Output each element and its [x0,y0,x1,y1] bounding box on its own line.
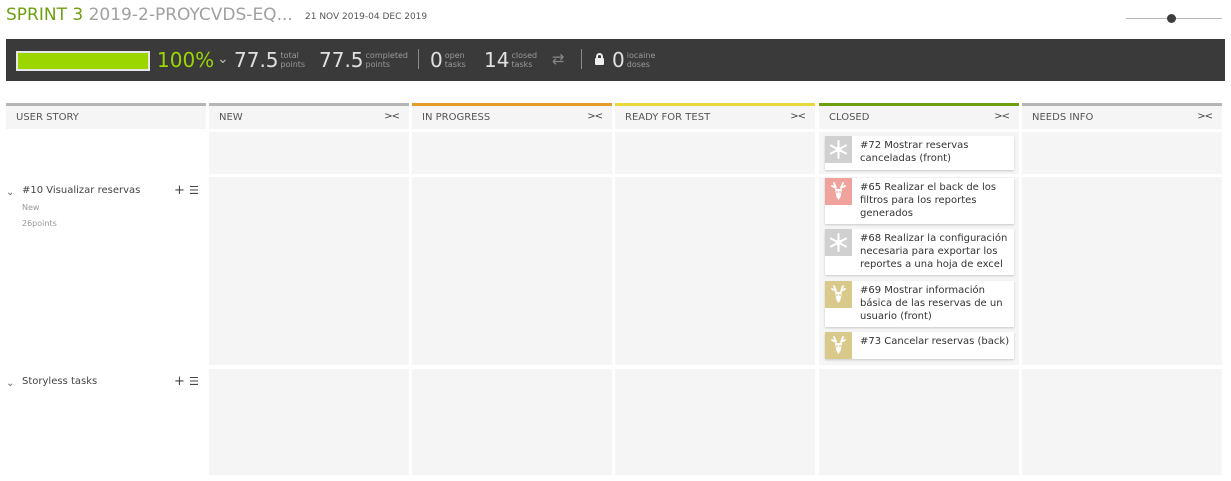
column-title: CLOSED [829,112,870,123]
fold-column-icon[interactable]: >< [994,111,1010,122]
stats-divider [418,49,419,69]
zoom-slider[interactable] [1126,13,1222,25]
fold-column-icon[interactable]: >< [790,111,806,122]
board-cell [615,177,815,365]
stats-divider [581,49,582,69]
column-header-ready-for-test: READY FOR TEST >< [615,103,815,129]
open-tasks-stat: 0 open tasks [430,48,466,72]
task-card[interactable]: #65 Realizar el back de los filtros para… [825,178,1014,224]
open-tasks-label: open tasks [445,51,466,69]
deer-icon [825,332,852,359]
task-card-title: #68 Realizar la configuración necesaria … [860,233,1008,270]
collapse-story-icon[interactable]: ⌄ [6,187,14,198]
completed-points-label: completed points [366,51,408,69]
task-card[interactable]: #69 Mostrar información básica de las re… [825,281,1014,327]
zoom-knob[interactable] [1166,14,1176,23]
board-cell [412,369,612,475]
column-header-closed: CLOSED >< [819,103,1019,129]
board-cell [1022,132,1222,174]
user-story-status: New [22,203,40,212]
board-cell [412,132,612,174]
board-cell [1022,177,1222,365]
iocaine-label-2: doses [626,60,650,69]
lock-icon [595,53,604,65]
task-card-title: #65 Realizar el back de los filtros para… [860,182,997,219]
open-tasks-label-2: tasks [444,60,466,69]
iocaine-label-1: iocaine [626,51,656,60]
task-card[interactable]: #72 Mostrar reservas canceladas (front) [825,136,1014,170]
task-card-title: #72 Mostrar reservas canceladas (front) [860,140,969,164]
total-points-label-2: points [280,60,306,69]
sprint-header: SPRINT 3 2019-2-PROYCVDS-EQ... 21 NOV 20… [0,0,1231,38]
bulk-add-icon[interactable]: ☰ [189,184,199,197]
board-cell [1022,369,1222,475]
column-title: IN PROGRESS [422,112,491,123]
task-card-title: #69 Mostrar información básica de las re… [860,285,1003,322]
user-story-title[interactable]: #10 Visualizar reservas [22,185,140,196]
closed-tasks-stat: 14 closed tasks [484,48,537,72]
chevron-down-icon[interactable]: ⌄ [217,51,229,67]
add-task-icon[interactable]: + [174,183,185,198]
add-task-icon[interactable]: + [174,374,185,389]
column-header-new: NEW >< [209,103,409,129]
task-card[interactable]: #73 Cancelar reservas (back) [825,332,1014,359]
deer-icon [825,178,852,205]
board-cell [615,369,815,475]
column-title: NEEDS INFO [1032,112,1094,123]
closed-tasks-value: 14 [484,48,510,72]
iocaine-stat: 0 iocaine doses [612,48,655,72]
total-points-value: 77.5 [234,48,279,72]
sprint-dates: 21 NOV 2019-04 DEC 2019 [305,12,428,22]
total-points-label-1: total [280,51,299,60]
total-points-label: total points [281,51,306,69]
closed-tasks-label-2: tasks [511,60,533,69]
total-points-stat: 77.5 total points [234,48,305,72]
fold-column-icon[interactable]: >< [1197,111,1213,122]
fold-column-icon[interactable]: >< [384,111,400,122]
project-name: 2019-2-PROYCVDS-EQ... [88,5,293,25]
sprint-progress-fill [18,53,148,69]
sprint-label: SPRINT 3 [6,5,84,25]
board-cell [615,132,815,174]
user-story-points: 26points [22,219,57,228]
task-card-title: #73 Cancelar reservas (back) [860,336,1010,347]
iocaine-value: 0 [612,48,625,72]
sprint-title[interactable]: SPRINT 3 2019-2-PROYCVDS-EQ... [6,5,293,25]
board-cell [819,369,1019,475]
column-title: NEW [219,112,243,123]
board-cell [209,369,409,475]
iocaine-label: iocaine doses [627,51,656,69]
column-header-user-story: USER STORY [6,103,206,129]
board-cell [412,177,612,365]
board-cell [209,132,409,174]
closed-tasks-label-1: closed [511,51,538,60]
board-cell [209,177,409,365]
storyless-row: ⌄ Storyless tasks + ☰ [6,374,206,396]
closed-tasks-label: closed tasks [511,51,537,69]
progress-percent: 100% [157,48,215,72]
completed-points-stat: 77.5 completed points [319,48,408,72]
column-title: READY FOR TEST [625,112,711,123]
column-header-needs-info: NEEDS INFO >< [1022,103,1222,129]
user-story-row: ⌄ #10 Visualizar reservas New 26points +… [6,183,206,245]
task-card[interactable]: #68 Realizar la configuración necesaria … [825,229,1014,275]
snowflake-icon [825,229,852,256]
fold-column-icon[interactable]: >< [587,111,603,122]
collapse-story-icon[interactable]: ⌄ [6,378,14,389]
sprint-progress-bar [16,51,150,71]
completed-points-label-2: points [365,60,391,69]
column-title: USER STORY [16,112,79,123]
column-header-in-progress: IN PROGRESS >< [412,103,612,129]
deer-icon [825,281,852,308]
sprint-stats-bar: 100% ⌄ 77.5 total points 77.5 completed poin… [6,39,1225,81]
bulk-add-icon[interactable]: ☰ [189,375,199,388]
open-tasks-label-1: open [444,51,465,60]
completed-points-value: 77.5 [319,48,364,72]
swap-arrows-icon[interactable]: ⇄ [552,50,565,68]
completed-points-label-1: completed [365,51,408,60]
open-tasks-value: 0 [430,48,443,72]
storyless-title: Storyless tasks [22,376,98,387]
snowflake-icon [825,136,852,163]
